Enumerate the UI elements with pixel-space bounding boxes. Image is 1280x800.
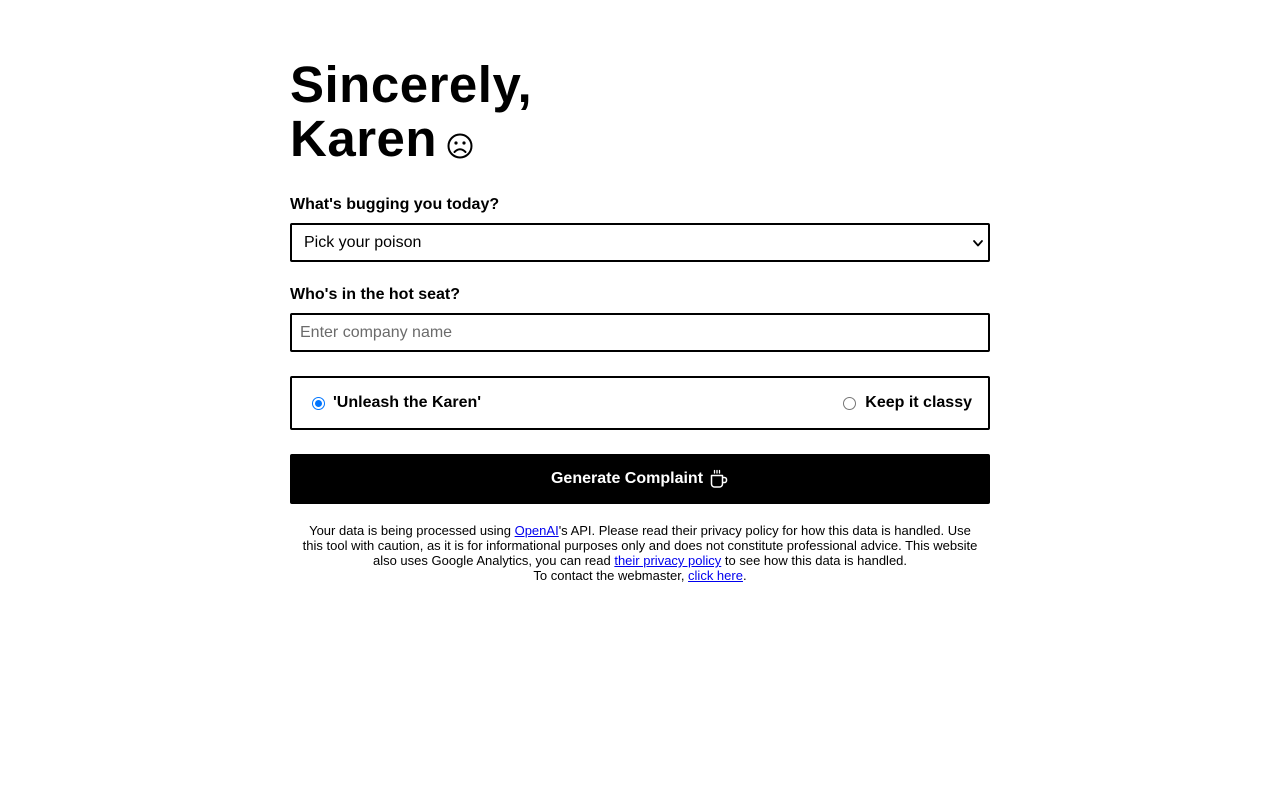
issue-label: What's bugging you today? — [290, 196, 500, 213]
contact-webmaster-link[interactable]: click here — [688, 568, 743, 583]
title-name: Karen — [290, 110, 438, 167]
contact-end: . — [742, 568, 747, 583]
company-name-input[interactable] — [290, 313, 990, 352]
coffee-mug-icon — [710, 469, 728, 488]
footer-privacy-text: Your data is being processed using OpenA… — [298, 523, 982, 568]
generate-button-label: Generate Complaint — [550, 470, 704, 487]
company-label: Who's in the hot seat? — [290, 286, 461, 303]
page-container: Sincerely, Karen What's bugging you toda… — [290, 0, 990, 583]
issue-select[interactable]: Pick your poison — [290, 223, 990, 262]
radio-button-checked[interactable] — [312, 396, 325, 410]
chevron-down-icon — [973, 239, 983, 246]
title-line-1: Sincerely, — [290, 56, 533, 113]
frown-face-icon — [447, 133, 473, 159]
footer-text-part3: to see how this data is handled. — [721, 553, 908, 568]
radio-unleash-the-karen[interactable]: 'Unleash the Karen' — [312, 394, 481, 412]
radio-label-classy: Keep it classy — [865, 394, 972, 411]
radio-keep-it-classy[interactable]: Keep it classy — [843, 394, 972, 412]
privacy-policy-link[interactable]: their privacy policy — [614, 553, 721, 568]
footer-text-part1: Your data is being processed using — [309, 523, 515, 538]
tone-radio-group: 'Unleash the Karen' Keep it classy — [290, 376, 990, 430]
issue-select-value: Pick your poison — [304, 233, 422, 251]
footer-disclaimer: Your data is being processed using OpenA… — [290, 523, 990, 583]
openai-link[interactable]: OpenAI — [515, 523, 559, 538]
contact-text: To contact the webmaster, — [533, 568, 689, 583]
footer-contact-text: To contact the webmaster, click here. — [298, 568, 982, 583]
page-title: Sincerely, Karen — [290, 0, 990, 166]
radio-label-unleash: 'Unleash the Karen' — [333, 394, 482, 411]
title-line-2: Karen — [290, 112, 990, 166]
generate-complaint-button[interactable]: Generate Complaint — [290, 454, 990, 504]
radio-button-unchecked[interactable] — [843, 396, 857, 410]
